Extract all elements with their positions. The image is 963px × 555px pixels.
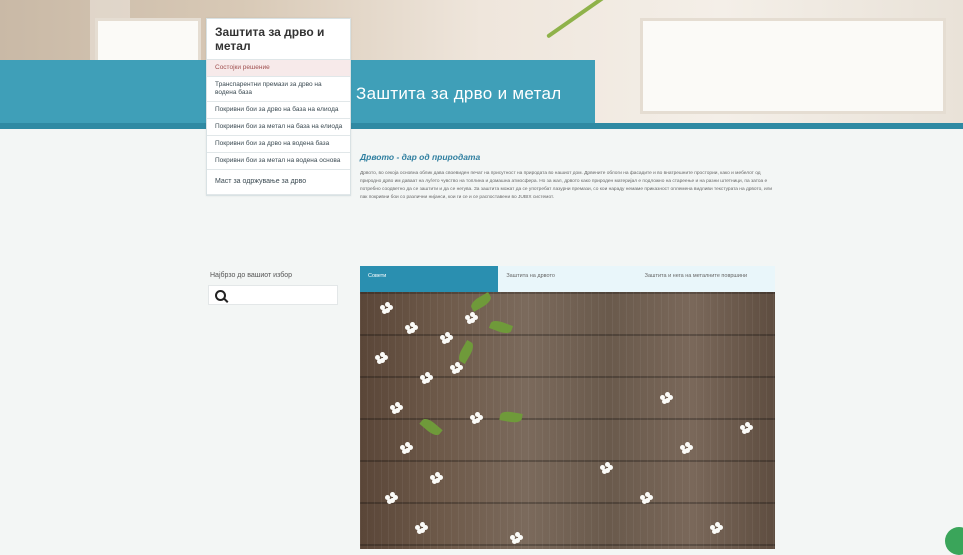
- blossom-flower: [400, 442, 413, 454]
- blossom-flower: [600, 462, 613, 474]
- side-menu: Заштита за дрво и метал Состојки решение…: [206, 18, 351, 196]
- tab-metal-protection[interactable]: Заштита и нега на металните површини: [636, 266, 775, 292]
- intro-paragraph: Дрвото, во секоја основна облик дава сво…: [360, 171, 773, 200]
- page-title: Заштита за дрво и метал: [356, 84, 562, 103]
- blossom-flower: [385, 492, 398, 504]
- menu-item-wood-paint-water[interactable]: Покривни бои за дрво на водена база: [207, 136, 350, 153]
- section-subtitle: Дрвото - дар од природата: [360, 152, 481, 162]
- blossom-flower: [420, 372, 433, 384]
- tab-wood-protection[interactable]: Заштита на дрвото: [498, 266, 637, 292]
- blossom-flower: [390, 402, 403, 414]
- blossom-flower: [470, 412, 483, 424]
- blossom-flower: [640, 492, 653, 504]
- menu-item-transparent-wood-water[interactable]: Транспарентни премази за дрво на водена …: [207, 77, 350, 102]
- blossom-flower: [465, 312, 478, 324]
- menu-item-ingredients[interactable]: Состојки решение: [207, 60, 350, 77]
- plant-leaf: [546, 0, 614, 39]
- search-input[interactable]: [233, 290, 337, 300]
- blossom-flower: [405, 322, 418, 334]
- search-label: Најбрзо до вашиот избор: [210, 272, 293, 279]
- blossom-flower: [430, 472, 443, 484]
- chat-icon[interactable]: [945, 527, 963, 555]
- search-icon[interactable]: [215, 289, 226, 301]
- menu-item-metal-paint-alkyd[interactable]: Покривни бои за метал на база на елиода: [207, 119, 350, 136]
- header-underline: [0, 123, 963, 129]
- menu-item-metal-paint-water[interactable]: Покривни бои за метал на водена основа: [207, 153, 350, 170]
- blossom-flower: [380, 302, 393, 314]
- window-image: [640, 18, 946, 114]
- tab-bar: Совети Заштита на дрвото Заштита и нега …: [360, 266, 775, 292]
- wood-blossom-photo: [360, 292, 775, 549]
- blossom-flower: [440, 332, 453, 344]
- blossom-flower: [510, 532, 523, 544]
- search-box[interactable]: [208, 285, 338, 305]
- blossom-flower: [375, 352, 388, 364]
- menu-item-wood-paint-alkyd[interactable]: Покривни бои за дрво на база на елиода: [207, 102, 350, 119]
- tab-advice[interactable]: Совети: [360, 266, 499, 292]
- blossom-flower: [660, 392, 673, 404]
- blossom-flower: [740, 422, 753, 434]
- blossom-flower: [450, 362, 463, 374]
- menu-item-wood-grease[interactable]: Маст за одржување за дрво: [207, 170, 350, 195]
- blossom-flower: [415, 522, 428, 534]
- blossom-flower: [680, 442, 693, 454]
- blossom-flower: [710, 522, 723, 534]
- side-menu-heading: Заштита за дрво и метал: [207, 19, 350, 60]
